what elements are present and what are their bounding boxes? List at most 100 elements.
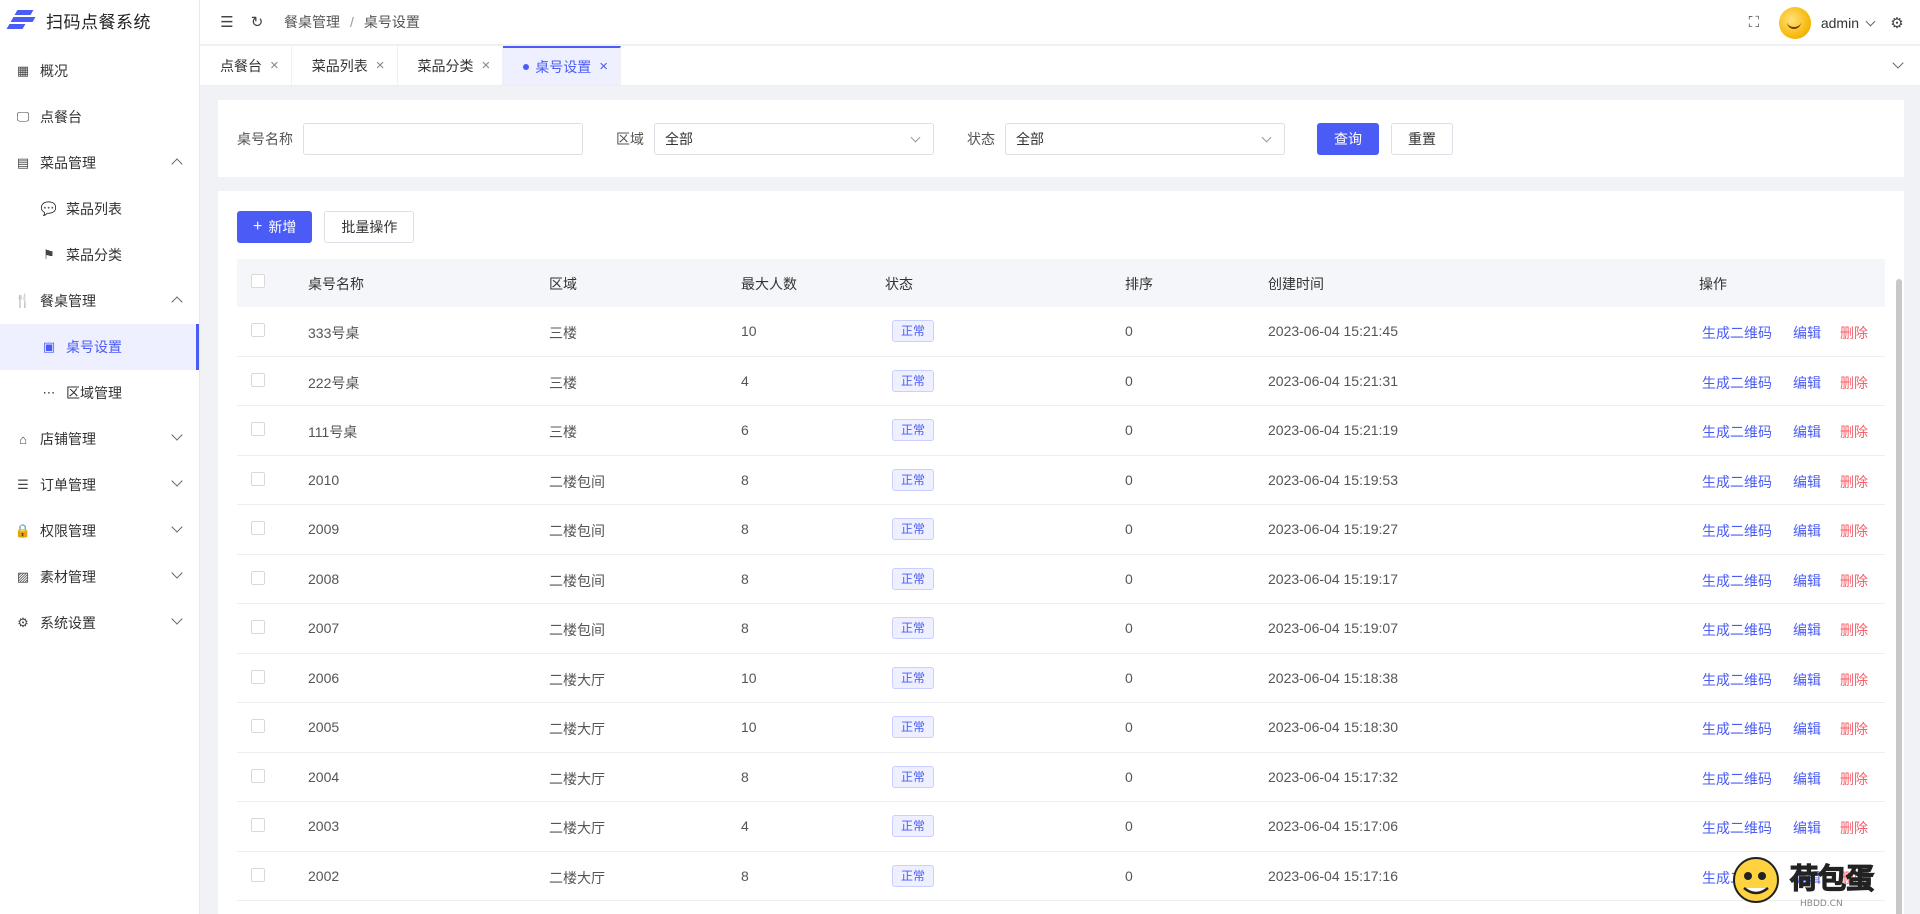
generate-qr-link[interactable]: 生成二维码 [1702, 323, 1772, 343]
sidebar-item[interactable]: ⋯ 区域管理 [0, 370, 199, 416]
status-select[interactable]: 全部 [1005, 122, 1285, 155]
generate-qr-link[interactable]: 生成二维码 [1702, 818, 1772, 838]
row-checkbox[interactable] [251, 323, 265, 337]
sidebar-item[interactable]: 🍴 餐桌管理 [0, 278, 199, 324]
status-badge: 正常 [892, 567, 935, 590]
sidebar-item[interactable]: 💬 菜品列表 [0, 186, 199, 232]
delete-link[interactable]: 删除 [1840, 323, 1868, 343]
delete-link[interactable]: 删除 [1840, 422, 1868, 442]
area-select[interactable]: 全部 [654, 122, 934, 155]
row-checkbox[interactable] [251, 867, 265, 882]
row-checkbox[interactable] [251, 521, 265, 535]
cell-area: 三楼 [549, 325, 577, 341]
sidebar-item[interactable]: ▨ 素材管理 [0, 554, 199, 600]
cell-table-name: 2004 [308, 768, 340, 785]
sidebar-item[interactable]: ⚙ 系统设置 [0, 600, 199, 646]
row-checkbox[interactable] [251, 669, 265, 684]
tab-orders-desk[interactable]: 点餐台 × [200, 46, 292, 85]
generate-qr-link[interactable]: 生成二维码 [1702, 571, 1772, 591]
refresh-icon[interactable]: ↻ [248, 13, 266, 31]
edit-link[interactable]: 编辑 [1793, 620, 1821, 640]
cell-sort: 0 [1125, 620, 1133, 636]
app-logo[interactable]: 扫码点餐系统 [0, 0, 199, 40]
edit-link[interactable]: 编辑 [1793, 670, 1821, 690]
table-name-input[interactable] [303, 122, 583, 155]
sidebar-item[interactable]: ⚑ 菜品分类 [0, 232, 199, 278]
add-button[interactable]: + 新增 [237, 211, 313, 243]
sidebar-item[interactable]: ☰ 订单管理 [0, 462, 199, 508]
select-all-checkbox[interactable] [251, 274, 265, 288]
sidebar-item[interactable]: ▤ 菜品管理 [0, 140, 199, 186]
gear-icon[interactable]: ⚙ [1888, 14, 1906, 32]
delete-link[interactable]: 删除 [1840, 769, 1868, 789]
avatar[interactable] [1778, 6, 1811, 39]
generate-qr-link[interactable]: 生成二维码 [1702, 521, 1772, 541]
cell-sort: 0 [1125, 471, 1133, 488]
sidebar-item-label: 菜品列表 [66, 201, 122, 217]
generate-qr-link[interactable]: 生成二维码 [1702, 719, 1772, 739]
close-icon[interactable]: × [270, 57, 279, 74]
edit-link[interactable]: 编辑 [1793, 769, 1821, 789]
status-badge: 正常 [892, 518, 935, 540]
cell-created-time: 2023-06-04 15:17:32 [1268, 768, 1398, 785]
generate-qr-link[interactable]: 生成二维码 [1702, 373, 1772, 393]
row-checkbox[interactable] [251, 719, 265, 733]
row-checkbox[interactable] [251, 768, 265, 783]
edit-link[interactable]: 编辑 [1793, 422, 1821, 442]
sidebar-item[interactable]: ▣ 桌号设置 [0, 324, 199, 370]
generate-qr-link[interactable]: 生成二维码 [1702, 670, 1772, 690]
chevron-down-icon[interactable] [1892, 57, 1904, 69]
edit-link[interactable]: 编辑 [1793, 373, 1821, 393]
chevron-down-icon[interactable] [1865, 16, 1876, 26]
cell-created-time: 2023-06-04 15:19:53 [1268, 471, 1398, 488]
batch-button[interactable]: 批量操作 [324, 211, 415, 243]
user-name[interactable]: admin [1821, 15, 1859, 31]
edit-link[interactable]: 编辑 [1793, 719, 1821, 739]
fullscreen-icon[interactable]: ⛶ [1745, 14, 1763, 32]
scrollbar[interactable] [1896, 279, 1902, 914]
breadcrumb-item[interactable]: 餐桌管理 [284, 12, 340, 32]
edit-link[interactable]: 编辑 [1793, 818, 1821, 838]
delete-link[interactable]: 删除 [1840, 719, 1868, 739]
monitor-icon: 🖵 [16, 109, 30, 124]
sidebar-item[interactable]: 🔒 权限管理 [0, 508, 199, 554]
row-checkbox[interactable] [251, 471, 265, 486]
tab-dish-category[interactable]: 菜品分类 × [398, 46, 504, 85]
menu-collapse-icon[interactable]: ☰ [218, 13, 236, 31]
tab-dish-list[interactable]: 菜品列表 × [292, 46, 398, 85]
edit-link[interactable]: 编辑 [1793, 521, 1821, 541]
row-checkbox[interactable] [251, 422, 265, 436]
generate-qr-link[interactable]: 生成二维码 [1702, 620, 1772, 640]
search-button[interactable]: 查询 [1317, 122, 1379, 155]
sidebar-item[interactable]: 🖵 点餐台 [0, 94, 199, 140]
edit-link[interactable]: 编辑 [1793, 571, 1821, 591]
row-checkbox[interactable] [251, 570, 265, 585]
delete-link[interactable]: 删除 [1840, 472, 1868, 492]
sidebar-item[interactable]: ▦ 概况 [0, 48, 199, 94]
edit-link[interactable]: 编辑 [1793, 323, 1821, 343]
area-select-value: 全部 [665, 130, 693, 147]
sidebar-menu: ▦ 概况 🖵 点餐台 ▤ 菜品管理 💬 菜品列表 ⚑ 菜品分类 🍴 餐桌管理 ▣ 桌号设置 ⋯ 区域管理 ⌂ 店铺… [0, 48, 199, 646]
generate-qr-link[interactable]: 生成二维码 [1702, 769, 1772, 789]
sidebar-item[interactable]: ⌂ 店铺管理 [0, 416, 199, 462]
delete-link[interactable]: 删除 [1840, 670, 1868, 690]
close-icon[interactable]: × [376, 57, 385, 74]
column-header: 桌号名称 [308, 276, 364, 292]
delete-link[interactable]: 删除 [1840, 818, 1868, 838]
generate-qr-link[interactable]: 生成二维码 [1702, 472, 1772, 492]
generate-qr-link[interactable]: 生成二维码 [1702, 422, 1772, 442]
dashboard-icon: ▦ [16, 63, 30, 78]
delete-link[interactable]: 删除 [1840, 620, 1868, 640]
row-checkbox[interactable] [251, 372, 265, 387]
delete-link[interactable]: 删除 [1840, 521, 1868, 541]
delete-link[interactable]: 删除 [1840, 571, 1868, 591]
close-icon[interactable]: × [482, 57, 491, 74]
tab-table-settings[interactable]: 桌号设置 × [503, 46, 622, 85]
row-checkbox[interactable] [251, 620, 265, 634]
edit-link[interactable]: 编辑 [1793, 472, 1821, 492]
row-checkbox[interactable] [251, 818, 265, 832]
close-icon[interactable]: × [599, 58, 608, 75]
status-badge: 正常 [892, 468, 935, 491]
reset-button[interactable]: 重置 [1391, 122, 1453, 155]
delete-link[interactable]: 删除 [1840, 373, 1868, 393]
